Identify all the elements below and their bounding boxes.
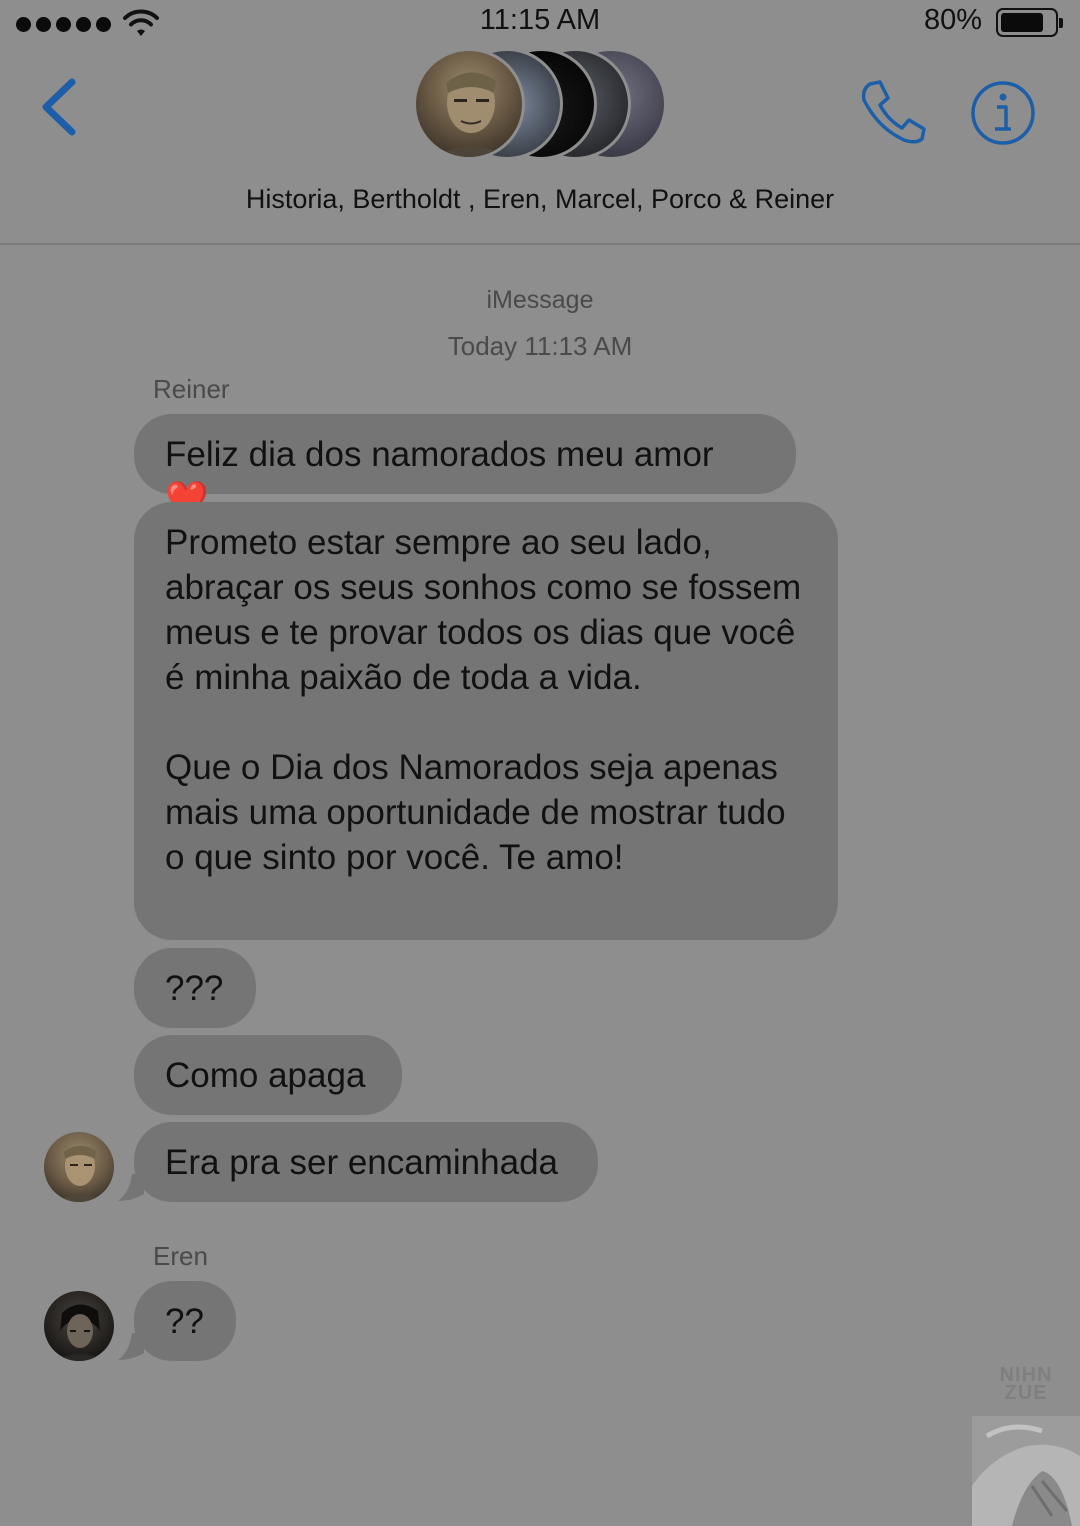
group-participants[interactable]: Historia, Bertholdt , Eren, Marcel, Porc…	[0, 184, 1080, 215]
group-avatar-stack[interactable]	[413, 48, 673, 163]
watermark-image	[972, 1416, 1080, 1526]
message-bubble[interactable]: Era pra ser encaminhada	[134, 1122, 598, 1202]
message-bubble[interactable]: Feliz dia dos namorados meu amor ❤️	[134, 414, 796, 519]
phone-icon[interactable]	[858, 78, 928, 144]
message-text: Prometo estar sempre ao seu lado, abraça…	[165, 523, 802, 697]
reiner-face-icon	[436, 72, 508, 157]
group-avatar-reiner	[413, 48, 525, 160]
message-text: ??	[165, 1302, 204, 1341]
battery-percentage: 80%	[923, 4, 982, 36]
battery-icon	[996, 8, 1063, 37]
avatar-eren[interactable]	[44, 1291, 114, 1361]
watermark-text: NIHN ZUE	[999, 1364, 1053, 1404]
message-bubble[interactable]: Prometo estar sempre ao seu lado, abraça…	[134, 502, 838, 940]
status-bar: 11:15 AM 80%	[0, 0, 1080, 46]
message-bubble[interactable]: ???	[134, 948, 256, 1028]
eren-face-icon	[54, 1304, 106, 1361]
service-label: iMessage	[486, 286, 594, 314]
message-text: Que o Dia dos Namorados seja apenas mais…	[165, 748, 786, 877]
message-text: Era pra ser encaminhada	[165, 1143, 558, 1182]
message-bubble[interactable]: Como apaga	[134, 1035, 402, 1115]
message-text: Como apaga	[165, 1056, 366, 1095]
sender-name-eren: Eren	[153, 1241, 208, 1271]
conversation-header: Historia, Bertholdt , Eren, Marcel, Porc…	[0, 46, 1080, 245]
message-timestamp: Today 11:13 AM	[447, 331, 633, 361]
info-icon[interactable]	[970, 80, 1036, 146]
status-time: 11:15 AM	[479, 4, 601, 36]
avatar-reiner[interactable]	[44, 1132, 114, 1202]
message-text: ???	[165, 969, 224, 1008]
sender-name-reiner: Reiner	[153, 374, 230, 404]
message-bubble[interactable]: ??	[134, 1281, 236, 1361]
chevron-left-icon[interactable]	[36, 76, 82, 138]
reiner-face-icon	[56, 1145, 104, 1202]
